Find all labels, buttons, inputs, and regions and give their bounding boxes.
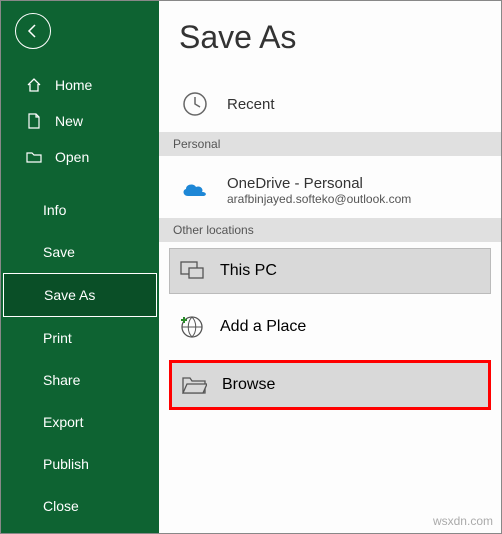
nav-share[interactable]: Share — [1, 359, 159, 401]
nav-label: Close — [43, 498, 79, 514]
nav-primary-group: Home New Open — [1, 67, 159, 175]
nav-label: Save As — [44, 287, 95, 303]
nav-label: Share — [43, 372, 80, 388]
recent-clock-icon — [179, 88, 211, 120]
browse-folder-icon — [180, 371, 208, 399]
nav-label: Info — [43, 202, 66, 218]
home-icon — [25, 77, 43, 93]
nav-close[interactable]: Close — [1, 485, 159, 527]
nav-label: Publish — [43, 456, 89, 472]
nav-publish[interactable]: Publish — [1, 443, 159, 485]
watermark: wsxdn.com — [433, 514, 493, 528]
thispc-location[interactable]: This PC — [169, 248, 491, 294]
nav-save-as[interactable]: Save As — [3, 273, 157, 317]
nav-label: New — [55, 113, 83, 129]
nav-print[interactable]: Print — [1, 317, 159, 359]
addplace-icon — [178, 313, 206, 341]
nav-label: Export — [43, 414, 83, 430]
section-other-header: Other locations — [159, 218, 501, 242]
page-title: Save As — [159, 19, 501, 56]
addplace-location[interactable]: Add a Place — [169, 304, 491, 350]
thispc-icon — [178, 257, 206, 285]
addplace-label: Add a Place — [220, 318, 306, 336]
nav-open[interactable]: Open — [1, 139, 159, 175]
nav-export[interactable]: Export — [1, 401, 159, 443]
recent-location[interactable]: Recent — [159, 76, 501, 132]
nav-label: Open — [55, 149, 89, 165]
back-arrow-icon — [25, 23, 41, 39]
open-folder-icon — [25, 149, 43, 165]
nav-label: Save — [43, 244, 75, 260]
main-panel: Save As Recent Personal OneDrive - Perso… — [159, 1, 501, 533]
backstage-sidebar: Home New Open Info Save Save As Print Sh… — [1, 1, 159, 533]
nav-secondary-group: Info Save Save As Print Share Export Pub… — [1, 189, 159, 527]
back-button[interactable] — [15, 13, 51, 49]
nav-label: Home — [55, 77, 92, 93]
nav-home[interactable]: Home — [1, 67, 159, 103]
thispc-label: This PC — [220, 262, 277, 280]
nav-save[interactable]: Save — [1, 231, 159, 273]
new-file-icon — [25, 113, 43, 129]
onedrive-cloud-icon — [179, 174, 211, 206]
onedrive-label: OneDrive - Personal — [227, 175, 411, 192]
nav-info[interactable]: Info — [1, 189, 159, 231]
nav-new[interactable]: New — [1, 103, 159, 139]
onedrive-text: OneDrive - Personal arafbinjayed.softeko… — [227, 175, 411, 206]
section-personal-header: Personal — [159, 132, 501, 156]
nav-label: Print — [43, 330, 72, 346]
onedrive-email: arafbinjayed.softeko@outlook.com — [227, 192, 411, 206]
recent-label: Recent — [227, 96, 275, 113]
browse-label: Browse — [222, 376, 275, 394]
onedrive-location[interactable]: OneDrive - Personal arafbinjayed.softeko… — [159, 162, 501, 218]
browse-location[interactable]: Browse — [169, 360, 491, 410]
